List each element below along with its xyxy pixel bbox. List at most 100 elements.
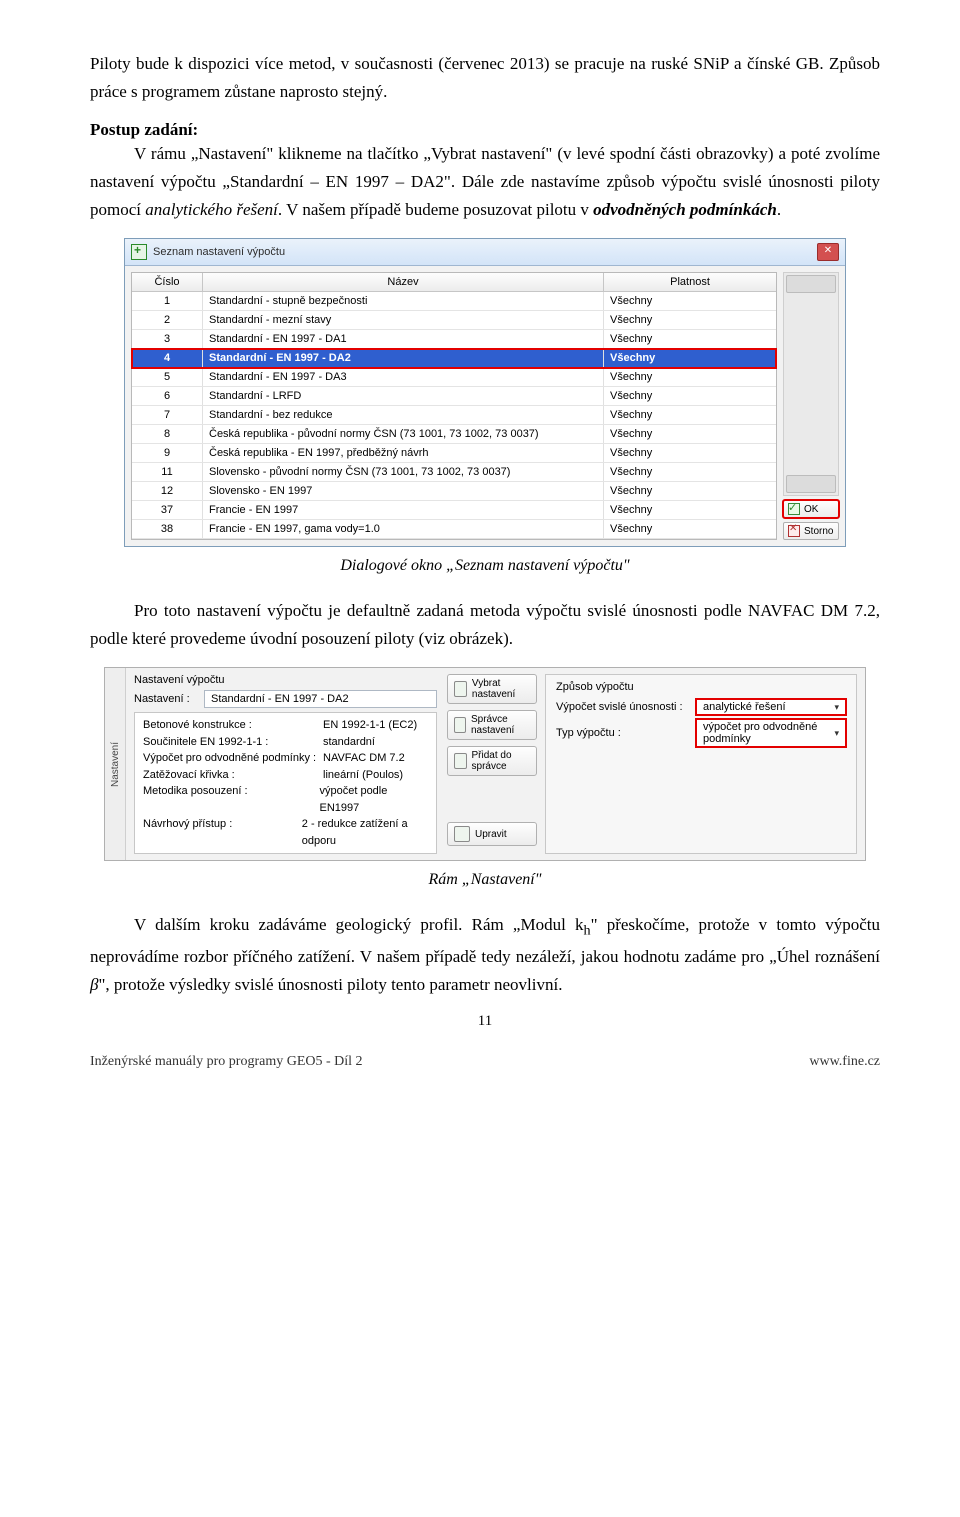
cell-validity: Všechny [604,387,776,405]
scrollbar[interactable] [783,272,839,496]
cell-name: Standardní - bez redukce [203,406,604,424]
table-row[interactable]: 6Standardní - LRFDVšechny [132,387,776,406]
table-row[interactable]: 2Standardní - mezní stavyVšechny [132,311,776,330]
detail-row: Návrhový přístup :2 - redukce zatížení a… [143,816,428,849]
cell-number: 8 [132,425,203,443]
detail-key: Návrhový přístup : [143,816,302,849]
text-symbol: k [575,915,584,934]
figure-caption: Dialogové okno „Seznam nastavení výpočtu… [90,557,880,575]
vertical-capacity-dropdown[interactable]: analytické řešení ▾ [696,699,846,715]
manager-button[interactable]: Správce nastavení [447,710,537,740]
sidebar-tab[interactable]: Nastavení [105,668,126,860]
text-fragment: V dalším kroku zadáváme geologický profi… [134,915,575,934]
button-label: Přidat do správce [472,750,530,772]
cell-validity: Všechny [604,482,776,500]
cell-name: Česká republika - původní normy ČSN (73 … [203,425,604,443]
cell-name: Francie - EN 1997, gama vody=1.0 [203,520,604,538]
panel-group-label: Nastavení výpočtu [134,674,437,686]
ok-button[interactable]: OK [783,500,839,518]
figure-caption: Rám „Nastavení" [90,871,880,889]
settings-table: Číslo Název Platnost 1Standardní - stupn… [131,272,777,540]
table-row[interactable]: 4Standardní - EN 1997 - DA2Všechny [132,349,776,368]
table-row[interactable]: 37Francie - EN 1997Všechny [132,501,776,520]
panel-left: Nastavení výpočtu Nastavení : Standardní… [134,674,437,854]
section-heading: Postup zadání: [90,120,880,140]
dropdown-value: analytické řešení [703,701,786,713]
cell-validity: Všechny [604,406,776,424]
cell-number: 38 [132,520,203,538]
plus-icon [454,753,467,769]
x-icon [788,525,800,537]
cell-validity: Všechny [604,292,776,310]
check-icon [788,503,800,515]
cell-number: 3 [132,330,203,348]
detail-value: 2 - redukce zatížení a odporu [302,816,428,849]
calc-method-box: Způsob výpočtu Výpočet svislé únosnosti … [545,674,857,854]
table-row[interactable]: 11Slovensko - původní normy ČSN (73 1001… [132,463,776,482]
detail-row: Výpočet pro odvodněné podmínky :NAVFAC D… [143,750,428,767]
gear-icon [454,717,466,733]
text-italic: analytického řešení [145,200,278,219]
table-row[interactable]: 7Standardní - bez redukceVšechny [132,406,776,425]
body-paragraph: Piloty bude k dispozici více metod, v so… [90,50,880,106]
edit-icon [454,826,470,842]
cell-number: 37 [132,501,203,519]
cell-number: 7 [132,406,203,424]
text-fragment: . V našem případě budeme posuzovat pilot… [278,200,593,219]
add-to-manager-button[interactable]: Přidat do správce [447,746,537,776]
table-row[interactable]: 8Česká republika - původní normy ČSN (73… [132,425,776,444]
cell-validity: Všechny [604,311,776,329]
detail-key: Výpočet pro odvodněné podmínky : [143,750,323,767]
table-row[interactable]: 3Standardní - EN 1997 - DA1Všechny [132,330,776,349]
table-row[interactable]: 12Slovensko - EN 1997Všechny [132,482,776,501]
text-fragment: ", protože výsledky svislé únosnosti pil… [98,975,562,994]
cell-validity: Všechny [604,501,776,519]
cell-number: 2 [132,311,203,329]
detail-value: standardní [323,734,375,751]
cancel-button[interactable]: Storno [783,522,839,540]
table-header: Číslo Název Platnost [132,273,776,292]
plus-icon [454,681,467,697]
settings-details-box: Betonové konstrukce :EN 1992-1-1 (EC2)So… [134,712,437,854]
cell-number: 5 [132,368,203,386]
panel-setting-label: Nastavení : [134,693,204,705]
edit-button[interactable]: Upravit [447,822,537,846]
calc-type-dropdown[interactable]: výpočet pro odvodněné podmínky ▾ [696,719,846,747]
dialog-title: Seznam nastavení výpočtu [153,246,285,258]
table-row[interactable]: 1Standardní - stupně bezpečnostiVšechny [132,292,776,311]
table-row[interactable]: 5Standardní - EN 1997 - DA3Všechny [132,368,776,387]
detail-key: Zatěžovací křivka : [143,767,323,784]
detail-key: Metodika posouzení : [143,783,319,816]
footer-right: www.fine.cz [809,1054,880,1070]
text-subscript: h [584,923,591,939]
body-paragraph: V dalším kroku zadáváme geologický profi… [90,911,880,999]
detail-row: Betonové konstrukce :EN 1992-1-1 (EC2) [143,717,428,734]
cell-name: Česká republika - EN 1997, předběžný náv… [203,444,604,462]
cell-name: Standardní - mezní stavy [203,311,604,329]
table-row[interactable]: 9Česká republika - EN 1997, předběžný ná… [132,444,776,463]
detail-value: NAVFAC DM 7.2 [323,750,405,767]
field-label: Výpočet svislé únosnosti : [556,701,696,713]
text-bold-italic: odvodněných podmínkách [593,200,777,219]
cell-name: Standardní - EN 1997 - DA3 [203,368,604,386]
detail-row: Součinitele EN 1992-1-1 :standardní [143,734,428,751]
cell-number: 11 [132,463,203,481]
cell-name: Standardní - EN 1997 - DA1 [203,330,604,348]
field-label: Typ výpočtu : [556,727,696,739]
close-button[interactable]: ✕ [817,243,839,261]
footer-left: Inženýrské manuály pro programy GEO5 - D… [90,1054,363,1070]
detail-key: Součinitele EN 1992-1-1 : [143,734,323,751]
cell-number: 1 [132,292,203,310]
dropdown-value: výpočet pro odvodněné podmínky [703,721,834,745]
dialog-titlebar: Seznam nastavení výpočtu ✕ [125,239,845,266]
detail-value: lineární (Poulos) [323,767,403,784]
cell-number: 9 [132,444,203,462]
cell-validity: Všechny [604,444,776,462]
plus-icon [131,244,147,260]
table-row[interactable]: 38Francie - EN 1997, gama vody=1.0Všechn… [132,520,776,539]
cell-name: Standardní - EN 1997 - DA2 [203,349,604,367]
panel-buttons: Vybrat nastavení Správce nastavení Přida… [447,674,537,854]
choose-setting-button[interactable]: Vybrat nastavení [447,674,537,704]
dialog-body: Číslo Název Platnost 1Standardní - stupn… [125,266,845,546]
col-header-validity: Platnost [604,273,776,291]
